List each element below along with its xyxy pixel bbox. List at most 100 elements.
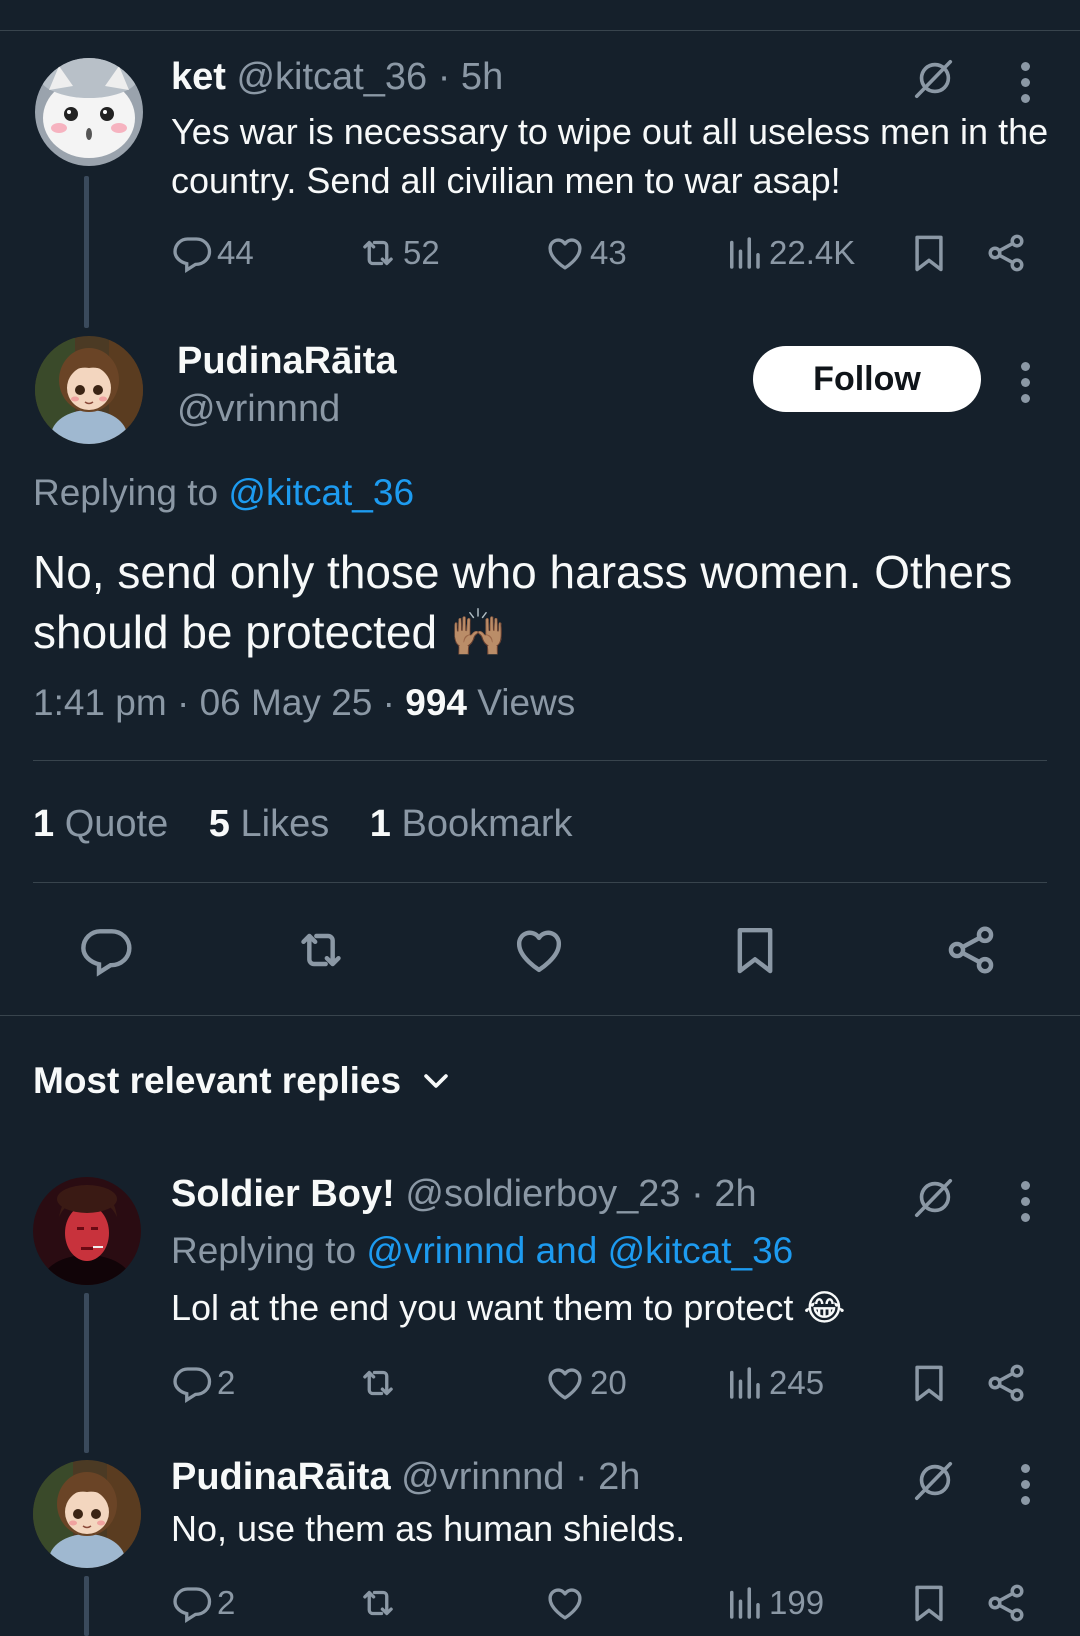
reply1-view-count: 245 bbox=[769, 1364, 825, 1401]
grok-icon[interactable] bbox=[911, 1458, 957, 1504]
reply2-time[interactable]: · 2h bbox=[575, 1456, 640, 1498]
tweet1-like-button[interactable]: 43 bbox=[544, 231, 627, 275]
main-tweet-text: No, send only those who harass women. Ot… bbox=[33, 542, 1053, 662]
main-replying-line: Replying to @kitcat_36 bbox=[33, 472, 414, 514]
tweet1-text: Yes war is necessary to wipe out all use… bbox=[171, 111, 1049, 201]
section-divider bbox=[0, 1015, 1080, 1016]
main-author-handle[interactable]: @vrinnnd bbox=[177, 388, 340, 431]
reply1-repost-button[interactable] bbox=[357, 1361, 403, 1405]
tweet1-repost-button[interactable]: 52 bbox=[357, 231, 440, 275]
reply1-views-button[interactable]: 245 bbox=[723, 1361, 824, 1405]
main-date[interactable]: 06 May 25 bbox=[200, 682, 373, 723]
reply1-replying-to-link[interactable]: @vrinnnd and @kitcat_36 bbox=[366, 1230, 793, 1271]
reply1-reply-count: 2 bbox=[217, 1364, 236, 1401]
main-repost-icon[interactable] bbox=[293, 922, 349, 978]
avatar-pudinaraita[interactable] bbox=[35, 336, 143, 444]
main-author-name[interactable]: PudinaRāita bbox=[177, 340, 397, 383]
like-icon bbox=[544, 1582, 586, 1624]
main-meta-line: 1:41 pm · 06 May 25 · 994 Views bbox=[33, 682, 576, 723]
grok-icon[interactable] bbox=[911, 56, 957, 102]
divider bbox=[33, 760, 1047, 761]
replies-sort-dropdown[interactable]: Most relevant replies bbox=[33, 1060, 453, 1102]
bookmark-count: 1 bbox=[369, 803, 391, 845]
grok-icon[interactable] bbox=[911, 1175, 957, 1221]
likes-stat[interactable]: 5 Likes bbox=[209, 803, 329, 845]
main-time[interactable]: 1:41 pm bbox=[33, 682, 167, 723]
replying-prefix: Replying to bbox=[33, 472, 219, 513]
quote-count: 1 bbox=[33, 803, 55, 845]
likes-count: 5 bbox=[208, 803, 230, 845]
reply2-view-count: 199 bbox=[769, 1584, 825, 1621]
quote-label: Quote bbox=[64, 803, 169, 845]
tweet1-reply-button[interactable]: 44 bbox=[171, 231, 254, 275]
reply1-author-name[interactable]: Soldier Boy! bbox=[171, 1173, 395, 1215]
cat-avatar-image bbox=[35, 58, 143, 166]
repost-icon bbox=[357, 1582, 399, 1624]
avatar-soldierboy[interactable] bbox=[33, 1177, 141, 1285]
thread-line bbox=[84, 176, 89, 328]
reply1-text-body: Lol at the end you want them to protect bbox=[171, 1287, 794, 1328]
reply2-header: PudinaRāita @vrinnnd · 2h bbox=[171, 1454, 640, 1500]
tweet1-handle[interactable]: @kitcat_36 bbox=[236, 56, 427, 98]
reply1-handle[interactable]: @soldierboy_23 bbox=[405, 1173, 680, 1215]
reply2-reply-count: 2 bbox=[217, 1584, 236, 1621]
reply1-like-count: 20 bbox=[590, 1364, 627, 1401]
avatar-ket[interactable] bbox=[35, 58, 143, 166]
follow-button[interactable]: Follow bbox=[753, 346, 981, 412]
views-icon bbox=[723, 1582, 765, 1624]
reply-icon bbox=[171, 1582, 213, 1624]
tweet1-author-name[interactable]: ket bbox=[171, 56, 226, 98]
reply1-reply-button[interactable]: 2 bbox=[171, 1361, 235, 1405]
main-more-options-icon[interactable] bbox=[1019, 362, 1031, 404]
tweet1-time[interactable]: · 5h bbox=[438, 56, 503, 98]
reply1-header: Soldier Boy! @soldierboy_23 · 2h bbox=[171, 1171, 757, 1217]
share-icon[interactable] bbox=[984, 231, 1028, 275]
reply2-handle[interactable]: @vrinnnd bbox=[401, 1456, 564, 1498]
engagement-stats: 1 Quote 5 Likes 1 Bookmark bbox=[33, 803, 573, 846]
more-options-icon[interactable] bbox=[1019, 1464, 1031, 1506]
laughing-emoji: 😂 bbox=[803, 1287, 846, 1328]
bookmark-label: Bookmark bbox=[401, 803, 573, 845]
likes-label: Likes bbox=[240, 803, 330, 845]
reply2-views-button[interactable]: 199 bbox=[723, 1581, 824, 1625]
top-divider bbox=[0, 30, 1080, 31]
bookmark-icon[interactable] bbox=[907, 1581, 951, 1625]
like-icon bbox=[544, 232, 586, 274]
tweet1-repost-count: 52 bbox=[403, 234, 440, 271]
avatar-pudinaraita-reply[interactable] bbox=[33, 1460, 141, 1568]
reply1-time[interactable]: · 2h bbox=[691, 1173, 756, 1215]
tweet1-views-button[interactable]: 22.4K bbox=[723, 231, 855, 275]
reply2-text: No, use them as human shields. bbox=[171, 1508, 686, 1549]
bookmark-icon[interactable] bbox=[907, 231, 951, 275]
share-icon[interactable] bbox=[984, 1361, 1028, 1405]
views-icon bbox=[723, 1362, 765, 1404]
more-options-icon[interactable] bbox=[1019, 62, 1031, 104]
bookmarks-stat[interactable]: 1 Bookmark bbox=[370, 803, 573, 845]
reply2-like-button[interactable] bbox=[544, 1581, 590, 1625]
views-icon bbox=[723, 232, 765, 274]
main-bookmark-icon[interactable] bbox=[727, 922, 783, 978]
tweet1-reply-count: 44 bbox=[217, 234, 254, 271]
main-like-icon[interactable] bbox=[511, 922, 567, 978]
replying-to-link[interactable]: @kitcat_36 bbox=[228, 472, 414, 513]
thread-line bbox=[84, 1293, 89, 1453]
like-icon bbox=[544, 1362, 586, 1404]
share-icon[interactable] bbox=[984, 1581, 1028, 1625]
reply1-like-button[interactable]: 20 bbox=[544, 1361, 627, 1405]
reply2-author-name[interactable]: PudinaRāita bbox=[171, 1456, 391, 1498]
girl-avatar-image bbox=[33, 1460, 141, 1568]
quotes-stat[interactable]: 1 Quote bbox=[33, 803, 168, 845]
main-share-icon[interactable] bbox=[943, 922, 999, 978]
thread-line bbox=[84, 1576, 89, 1636]
main-views-label: Views bbox=[477, 682, 576, 723]
chevron-down-icon bbox=[419, 1064, 453, 1098]
replies-header-label: Most relevant replies bbox=[33, 1060, 402, 1101]
reply-icon bbox=[171, 232, 213, 274]
bookmark-icon[interactable] bbox=[907, 1361, 951, 1405]
reply1-replying-prefix: Replying to bbox=[171, 1230, 357, 1271]
main-views-count: 994 bbox=[405, 682, 467, 723]
reply2-reply-button[interactable]: 2 bbox=[171, 1581, 235, 1625]
more-options-icon[interactable] bbox=[1019, 1181, 1031, 1223]
main-reply-icon[interactable] bbox=[78, 922, 134, 978]
reply2-repost-button[interactable] bbox=[357, 1581, 403, 1625]
